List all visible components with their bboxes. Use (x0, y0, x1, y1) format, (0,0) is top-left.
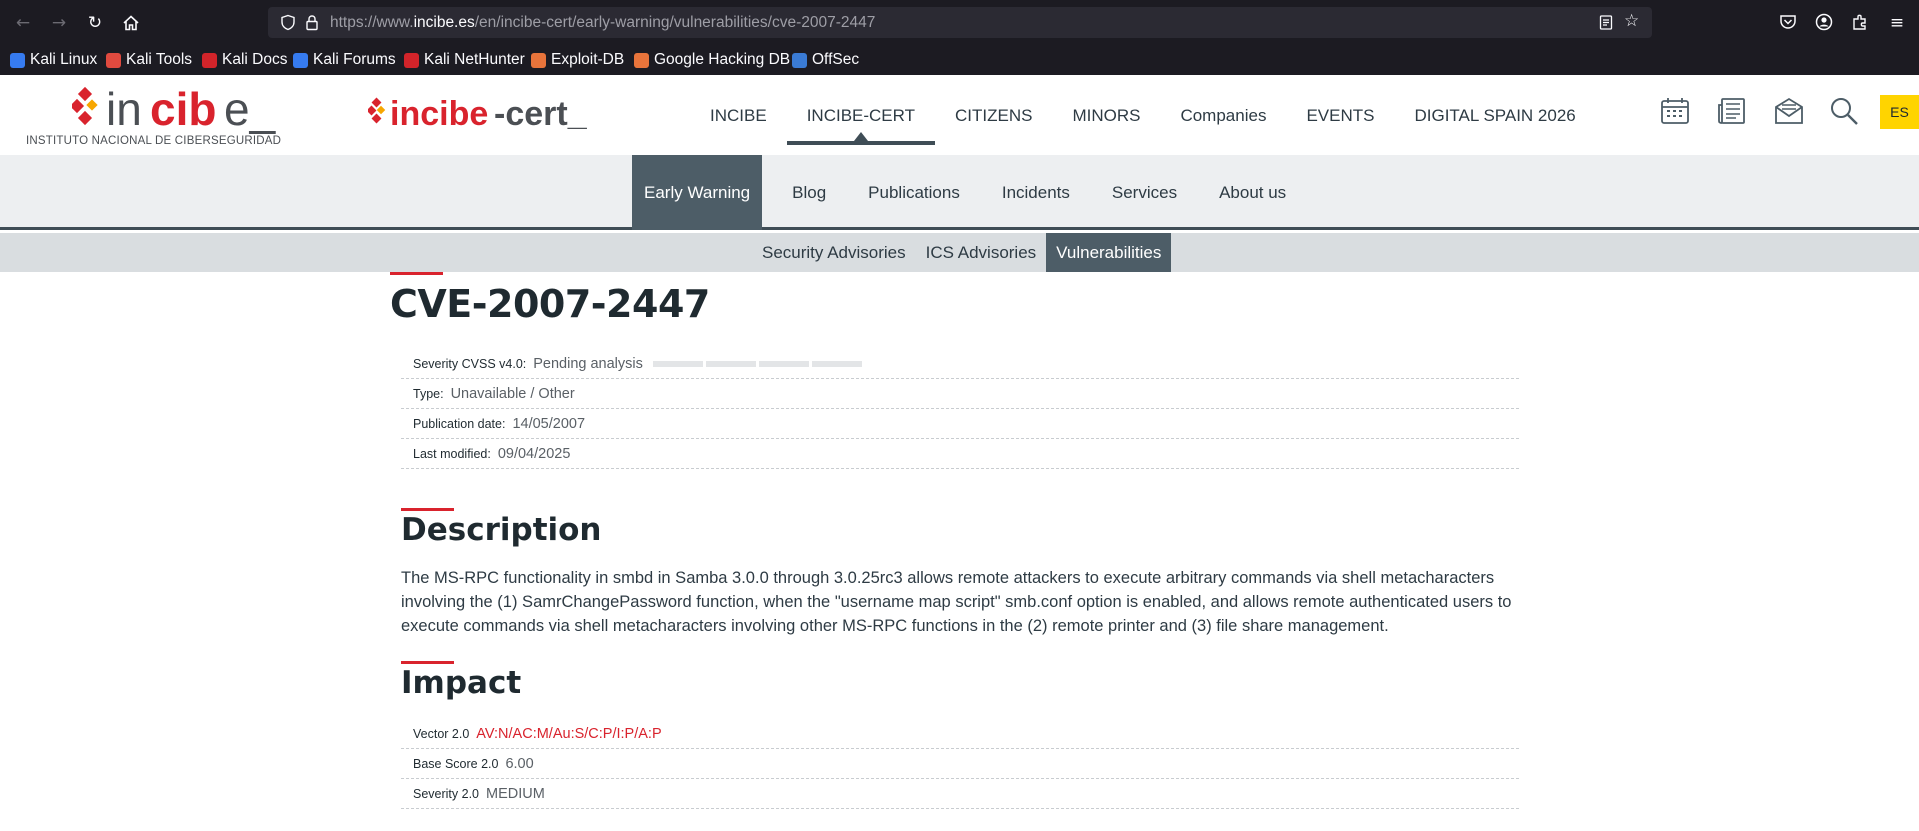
main-nav-citizens[interactable]: CITIZENS (935, 101, 1052, 131)
svg-text:cib: cib (150, 83, 216, 135)
address-bar[interactable]: https://www.incibe.es/en/incibe-cert/ear… (268, 7, 1652, 38)
site-header: in cib e_ INSTITUTO NACIONAL DE CIBERSEG… (0, 75, 1919, 155)
newsletter-icon[interactable] (1773, 95, 1805, 127)
bookmark-kali-docs[interactable]: Kali Docs (202, 49, 287, 71)
page-title: CVE-2007-2447 (390, 282, 710, 326)
section-nav-publications[interactable]: Publications (856, 155, 972, 230)
meta-value: Pending analysis (533, 355, 643, 372)
main-nav-incibe[interactable]: INCIBE (690, 101, 787, 131)
meta-key: Type: (413, 386, 444, 401)
meta-value: Unavailable / Other (450, 385, 575, 402)
svg-text:in: in (106, 83, 142, 135)
reader-view-icon[interactable] (1598, 14, 1614, 31)
kali-docs-icon (202, 52, 217, 68)
incibe-cert-logo[interactable]: incibe -cert_ (368, 93, 613, 133)
bookmark-kali-linux[interactable]: Kali Linux (10, 49, 97, 71)
url-text[interactable]: https://www.incibe.es/en/incibe-cert/ear… (330, 13, 875, 32)
severity-meter (652, 360, 862, 367)
svg-text:-cert_: -cert_ (494, 95, 588, 133)
main-nav-companies[interactable]: Companies (1160, 101, 1286, 131)
exploit-db-icon (531, 52, 546, 68)
early-warning-nav: Security Advisories ICS Advisories Vulne… (0, 233, 1919, 272)
impact-key: Severity 2.0 (413, 786, 480, 801)
main-nav-minors[interactable]: MINORS (1052, 101, 1160, 131)
bookmark-google-hacking-db[interactable]: Google Hacking DB (634, 49, 790, 71)
title-accent-bar (390, 272, 443, 275)
kali-dragon-icon (10, 52, 25, 68)
meta-row-severity: Severity CVSS v4.0: Pending analysis (401, 349, 1519, 379)
incibe-logo-subtitle: INSTITUTO NACIONAL DE CIBERSEGURIDAD (26, 135, 282, 147)
main-nav: INCIBE INCIBE-CERT CITIZENS MINORS Compa… (690, 101, 1596, 145)
calendar-icon[interactable] (1659, 95, 1691, 127)
section-nav-early-warning[interactable]: Early Warning (632, 155, 763, 230)
tab-vulnerabilities[interactable]: Vulnerabilities (1046, 233, 1172, 272)
impact-key: Base Score 2.0 (413, 756, 499, 771)
meta-row-publication-date: Publication date: 14/05/2007 (401, 409, 1519, 439)
news-icon[interactable] (1716, 95, 1748, 127)
bookmark-kali-forums[interactable]: Kali Forums (293, 49, 396, 71)
nethunter-icon (404, 52, 419, 68)
description-heading: Description (401, 512, 602, 548)
section-nav: Early Warning Blog Publications Incident… (0, 155, 1919, 230)
section-nav-about-us[interactable]: About us (1207, 155, 1298, 230)
impact-accent-bar (401, 661, 454, 664)
lock-icon[interactable] (304, 14, 320, 31)
svg-text:e_: e_ (224, 83, 277, 135)
kali-tools-icon (106, 52, 121, 68)
tab-security-advisories[interactable]: Security Advisories (752, 233, 916, 272)
account-icon[interactable] (1814, 12, 1834, 32)
bookmark-kali-tools[interactable]: Kali Tools (106, 49, 192, 71)
meta-key: Last modified: (413, 446, 491, 461)
section-nav-incidents[interactable]: Incidents (990, 155, 1082, 230)
section-nav-services[interactable]: Services (1100, 155, 1189, 230)
offsec-icon (792, 52, 807, 68)
impact-heading: Impact (401, 665, 522, 701)
forward-arrow-icon[interactable]: → (48, 12, 70, 34)
meta-row-type: Type: Unavailable / Other (401, 379, 1519, 409)
impact-row-severity: Severity 2.0 MEDIUM (401, 779, 1519, 809)
pocket-icon[interactable] (1778, 12, 1798, 32)
incibe-logo[interactable]: in cib e_ (72, 83, 302, 135)
vector-link[interactable]: AV:N/AC:M/Au:S/C:P/I:P/A:P (476, 726, 661, 742)
ghdb-icon (634, 52, 649, 68)
description-text: The MS-RPC functionality in smbd in Samb… (401, 569, 1512, 635)
menu-icon[interactable]: ≡ (1886, 12, 1908, 34)
main-nav-events[interactable]: EVENTS (1286, 101, 1394, 131)
meta-value: 09/04/2025 (497, 445, 571, 462)
extensions-icon[interactable] (1850, 12, 1870, 32)
home-icon[interactable] (120, 12, 142, 34)
bookmark-offsec[interactable]: OffSec (792, 49, 859, 71)
reload-icon[interactable]: ↻ (84, 12, 106, 34)
bookmarks-bar: Kali Linux Kali Tools Kali Docs Kali For… (0, 45, 1919, 75)
impact-value: 6.00 (505, 755, 534, 772)
impact-row-base-score: Base Score 2.0 6.00 (401, 749, 1519, 779)
bookmark-star-icon[interactable]: ☆ (1624, 12, 1642, 30)
impact-row-vector: Vector 2.0 AV:N/AC:M/Au:S/C:P/I:P/A:P (401, 719, 1519, 749)
browser-toolbar: ← → ↻ https://www.incibe.es/en/incibe-ce… (0, 0, 1919, 45)
section-nav-blog[interactable]: Blog (780, 155, 838, 230)
meta-key: Severity CVSS v4.0: (413, 356, 527, 371)
tab-ics-advisories[interactable]: ICS Advisories (916, 233, 1047, 272)
meta-row-last-modified: Last modified: 09/04/2025 (401, 439, 1519, 469)
description-accent-bar (401, 508, 454, 511)
search-icon[interactable] (1828, 95, 1860, 127)
main-nav-incibe-cert[interactable]: INCIBE-CERT (786, 101, 936, 145)
bookmark-kali-nethunter[interactable]: Kali NetHunter (404, 49, 525, 71)
main-nav-digital-spain[interactable]: DIGITAL SPAIN 2026 (1394, 101, 1595, 131)
kali-forums-icon (293, 52, 308, 68)
bookmark-exploit-db[interactable]: Exploit-DB (531, 49, 624, 71)
meta-key: Publication date: (413, 416, 506, 431)
meta-value: 14/05/2007 (512, 415, 586, 432)
back-arrow-icon[interactable]: ← (12, 12, 34, 34)
svg-text:incibe: incibe (390, 95, 488, 133)
tracking-shield-icon[interactable] (280, 14, 296, 31)
impact-key: Vector 2.0 (413, 726, 470, 741)
impact-value: MEDIUM (486, 785, 545, 802)
language-button[interactable]: ES (1880, 95, 1919, 129)
